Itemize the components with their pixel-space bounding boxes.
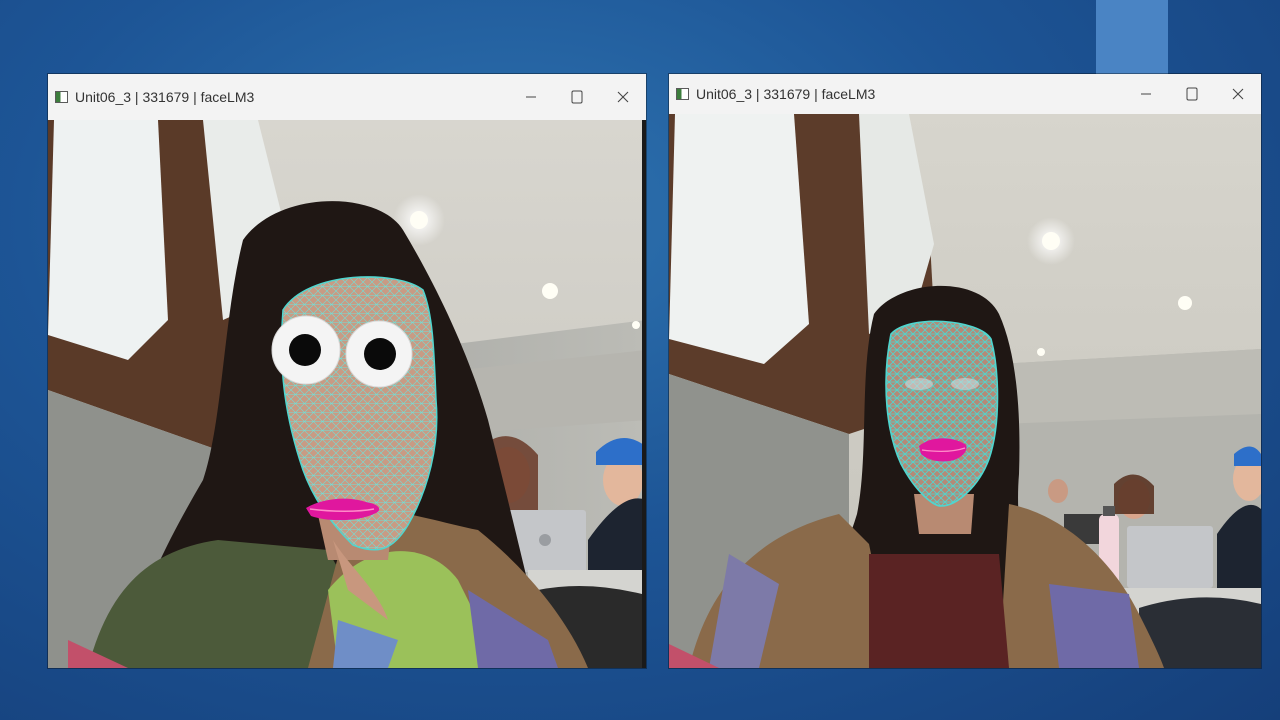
- maximize-icon[interactable]: [1169, 74, 1215, 114]
- webcam-frame-left: [48, 120, 646, 668]
- slide-accent-rect: [1096, 0, 1168, 74]
- webcam-feed: [669, 114, 1261, 668]
- webcam-feed: [48, 120, 646, 668]
- maximize-icon[interactable]: [554, 74, 600, 120]
- app-window-icon: [55, 91, 68, 103]
- face-landmark-window-left[interactable]: Unit06_3 | 331679 | faceLM3: [48, 74, 646, 668]
- face-landmark-window-right[interactable]: Unit06_3 | 331679 | faceLM3: [669, 74, 1261, 668]
- app-window-icon: [676, 88, 689, 100]
- webcam-frame-right: [669, 114, 1261, 668]
- close-icon[interactable]: [600, 74, 646, 120]
- window-titlebar[interactable]: Unit06_3 | 331679 | faceLM3: [669, 74, 1261, 114]
- minimize-icon[interactable]: [508, 74, 554, 120]
- window-title: Unit06_3 | 331679 | faceLM3: [696, 86, 876, 102]
- window-title: Unit06_3 | 331679 | faceLM3: [75, 89, 255, 105]
- window-titlebar[interactable]: Unit06_3 | 331679 | faceLM3: [48, 74, 646, 120]
- close-icon[interactable]: [1215, 74, 1261, 114]
- minimize-icon[interactable]: [1123, 74, 1169, 114]
